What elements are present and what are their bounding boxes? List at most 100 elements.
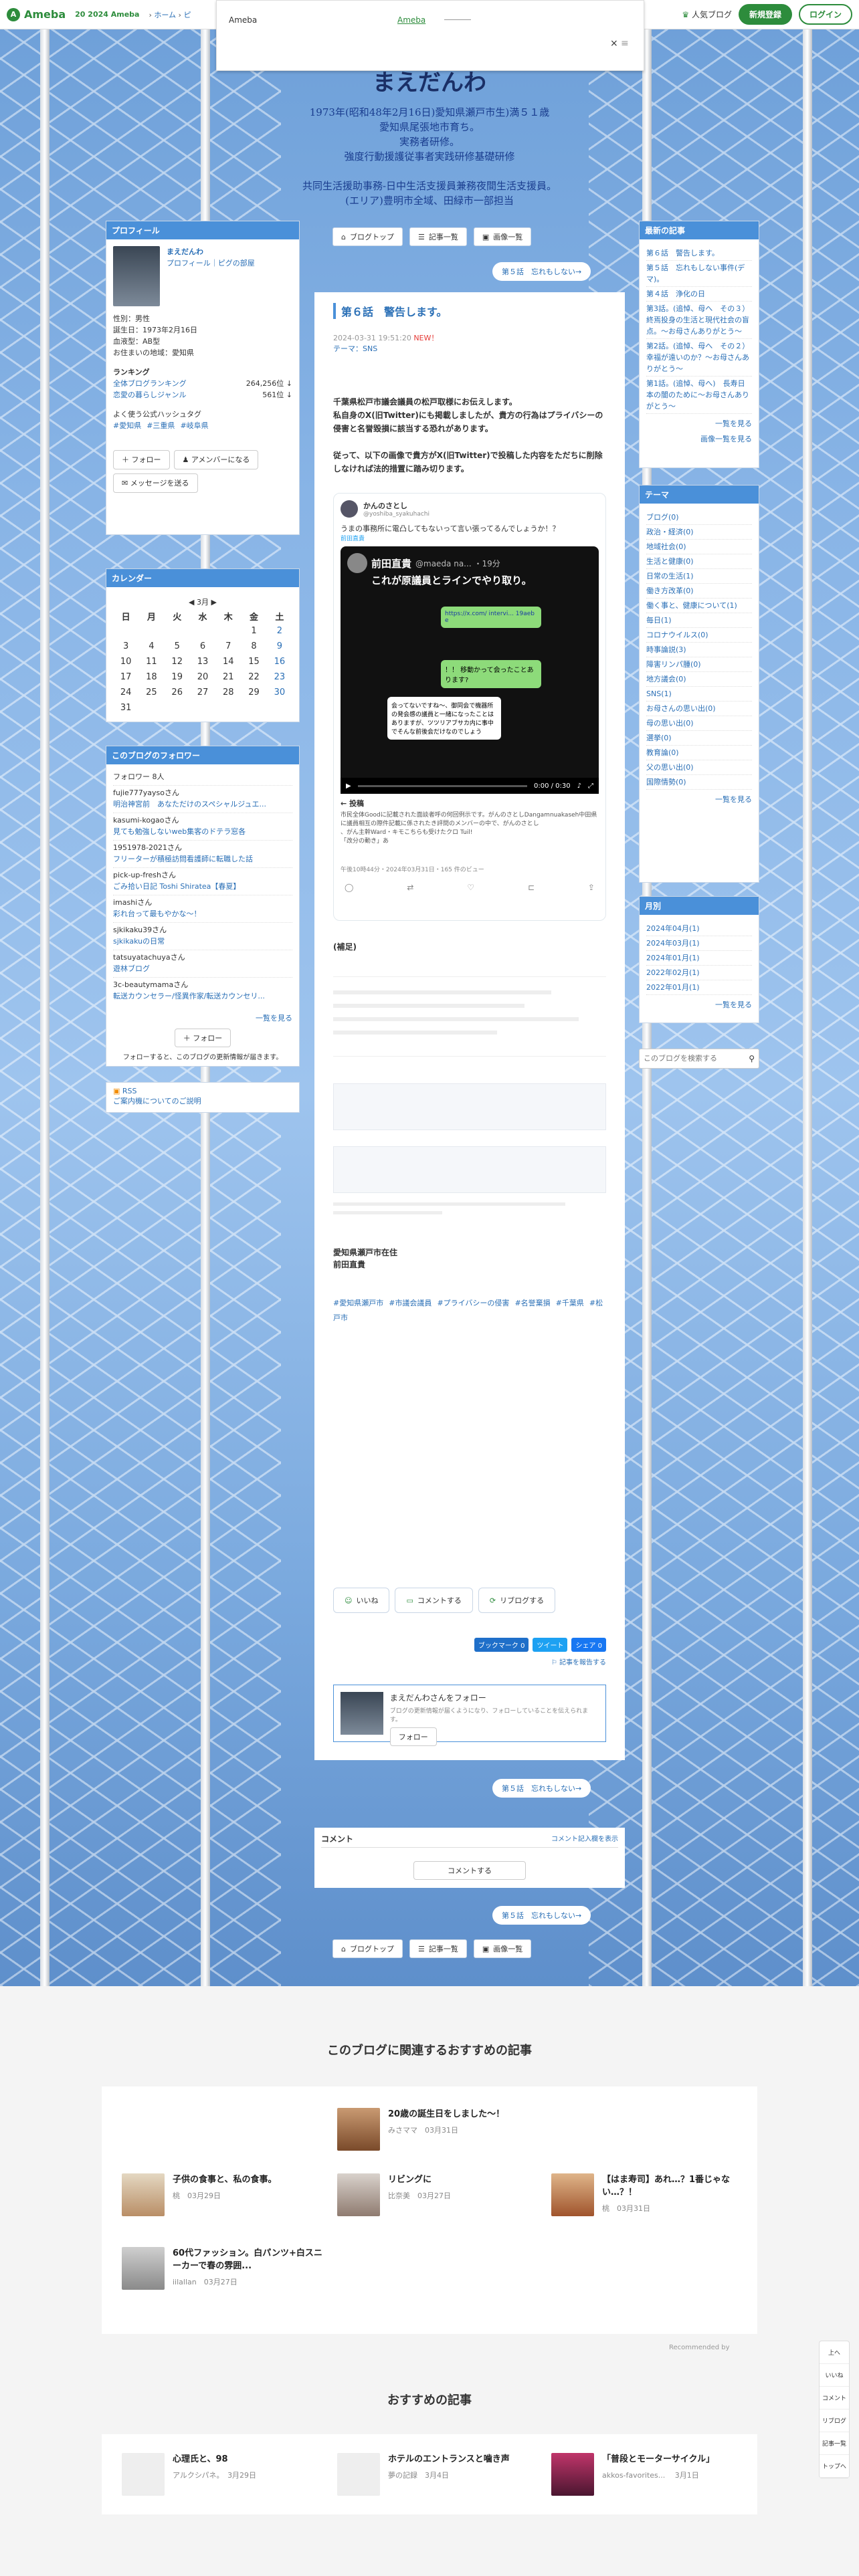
follower-item[interactable]: sjkikaku39さん sjkikakuの日常 <box>113 922 292 947</box>
follower-item[interactable]: kasumi-kogaoさん 見ても勉強しないweb集客のドテラ窓各 <box>113 813 292 837</box>
tweet-link[interactable]: 前田直貴 <box>341 534 599 542</box>
follower-item[interactable]: imashiさん 彩れ台って最もやかな～！ <box>113 895 292 920</box>
hashtag-link[interactable]: #三重県 <box>147 420 175 431</box>
theme-link[interactable]: SNS(1) <box>646 687 752 702</box>
theme-link[interactable]: 母の思い出(0) <box>646 716 752 731</box>
follower-blog[interactable]: sjkikakuの日常 <box>113 936 292 947</box>
article-title[interactable]: 第６話 警告します。 <box>333 303 606 319</box>
image-list-button[interactable]: ▣ 画像一覧 <box>473 227 532 246</box>
theme-link[interactable]: 地域社会(0) <box>646 540 752 554</box>
breadcrumb-home[interactable]: ホーム <box>154 11 176 19</box>
prev-article-link[interactable]: 第５話 忘れもしない→ <box>492 262 591 281</box>
volume-icon[interactable]: ♪ <box>577 782 581 790</box>
bookmark-icon[interactable]: ⊏ <box>528 883 535 892</box>
member-button[interactable]: ♟ アメンバーになる <box>173 450 259 469</box>
share-icon[interactable]: ⇪ <box>588 883 595 892</box>
related-card[interactable]: 20歳の誕生日をしました～！ みさママ 03月31日 <box>337 2108 504 2151</box>
profile-name[interactable]: まえだんわ <box>167 246 255 257</box>
follower-blog[interactable]: 転送カウンセラー/怪異作家/転送カウンセリ... <box>113 990 292 1002</box>
reply-icon[interactable]: ◯ <box>345 883 353 892</box>
theme-link[interactable]: 働く事と、健康について(1) <box>646 599 752 613</box>
monthly-more[interactable]: 一覧を見る <box>646 999 752 1010</box>
article-list-button[interactable]: ☰ 記事一覧 <box>409 1939 467 1958</box>
comment-submit-button[interactable]: コメントする <box>413 1861 526 1880</box>
recommend-card[interactable]: 心理氏と、98 アルクシパネ。 3月29日 <box>122 2453 322 2496</box>
tweet-button[interactable]: ツイート <box>533 1638 568 1652</box>
theme-link[interactable]: 働き方改革(0) <box>646 584 752 599</box>
follower-blog[interactable]: 彩れ台って最もやかな～！ <box>113 908 292 920</box>
theme-more[interactable]: 一覧を見る <box>646 794 752 805</box>
follower-blog[interactable]: 明治神宮前 あなただけのスペシャルジュエ... <box>113 798 292 810</box>
recommend-card[interactable]: ホテルのエントランスと噛き声 夢の記録 3月4日 <box>337 2453 538 2496</box>
follower-item[interactable]: tatsuyatachuyaさん 遊林ブログ <box>113 950 292 974</box>
theme-link[interactable]: コロナウイルス(0) <box>646 628 752 643</box>
like-button[interactable]: ☺ いいね <box>333 1588 390 1613</box>
hashtag-link[interactable]: #岐阜県 <box>180 420 208 431</box>
ameba-logo[interactable]: A Ameba <box>7 7 66 21</box>
comment-button[interactable]: ▭ コメントする <box>395 1588 473 1613</box>
follower-item[interactable]: fujie777yaysoさん 明治神宮前 あなただけのスペシャルジュエ... <box>113 785 292 810</box>
search-icon[interactable]: ⚲ <box>749 1054 755 1063</box>
related-card[interactable]: 60代ファッション。白パンツ+白スニーカーで春の雰囲... iilallan 03… <box>122 2247 322 2290</box>
avatar[interactable] <box>113 246 160 306</box>
next-month-icon[interactable]: ▶ <box>211 598 217 607</box>
monthly-link[interactable]: 2022年01月(1) <box>646 980 752 995</box>
theme-link[interactable]: 障害リンパ腫(0) <box>646 657 752 672</box>
theme-link[interactable]: 政治・経済(0) <box>646 525 752 540</box>
floating-toolbar-item[interactable]: コメント <box>820 2387 849 2409</box>
follower-item[interactable]: 3c-beautymamaさん 転送カウンセラー/怪異作家/転送カウンセリ... <box>113 977 292 1002</box>
follower-blog[interactable]: フリーターが積極訪問看護師に転職した話 <box>113 853 292 865</box>
theme-link[interactable]: 教育論(0) <box>646 746 752 760</box>
theme-link[interactable]: 生活と健康(0) <box>646 554 752 569</box>
theme-link[interactable]: 父の思い出(0) <box>646 760 752 775</box>
monthly-link[interactable]: 2024年03月(1) <box>646 936 752 951</box>
follow-box-button[interactable]: フォロー <box>389 1727 437 1746</box>
breadcrumb-item[interactable]: ピ <box>183 11 191 19</box>
follow-button[interactable]: ＋ フォロー <box>174 1029 231 1047</box>
theme-link[interactable]: 国際情勢(0) <box>646 775 752 790</box>
report-link[interactable]: ⚐ 記事を報告する <box>551 1656 606 1667</box>
signup-button[interactable]: 新規登録 <box>738 4 792 25</box>
prev-article-link[interactable]: 第５話 忘れもしない→ <box>492 1906 591 1925</box>
recommend-card[interactable]: 「普段とモーターサイクル」 akkos-favorites... 3月1日 <box>551 2453 745 2496</box>
back-arrow-icon[interactable]: ← <box>341 799 347 808</box>
theme-link[interactable]: ブログ(0) <box>646 510 752 525</box>
monthly-link[interactable]: 2024年04月(1) <box>646 922 752 936</box>
monthly-link[interactable]: 2024年01月(1) <box>646 951 752 966</box>
latest-more[interactable]: 一覧を見る <box>646 418 752 429</box>
ranking-genre[interactable]: 恋愛の暮らしジャンル <box>113 389 186 401</box>
search-input[interactable] <box>644 1055 749 1063</box>
retweet-icon[interactable]: ⇄ <box>407 883 413 892</box>
article-list-button[interactable]: ☰ 記事一覧 <box>409 227 467 246</box>
image-list-button[interactable]: ▣ 画像一覧 <box>473 1939 532 1958</box>
reblog-button[interactable]: ⟳ リブログする <box>478 1588 556 1613</box>
floating-toolbar-item[interactable]: いいね <box>820 2364 849 2387</box>
like-icon[interactable]: ♡ <box>467 883 474 892</box>
article-hashtag[interactable]: #プライバシーの侵害 <box>437 1299 509 1307</box>
article-hashtag[interactable]: #愛知県瀬戸市 <box>333 1299 383 1307</box>
floating-toolbar-item[interactable]: 上へ <box>820 2341 849 2364</box>
latest-article-link[interactable]: 第3話。(追悼、母へ その３）終焉投身の生活と現代社会の盲点。〜お母さんありがと… <box>646 302 752 339</box>
theme-link[interactable]: 時事論説(3) <box>646 643 752 657</box>
theme-link[interactable]: 日常の生活(1) <box>646 569 752 584</box>
follower-blog[interactable]: ごみ拾い日記 Toshi Shiratea【春夏】 <box>113 881 292 892</box>
latest-article-link[interactable]: 第2話。(追悼、母へ その２）幸福が遠いのか？〜お母さんありがとう〜 <box>646 339 752 377</box>
article-hashtag[interactable]: #市議会議員 <box>389 1299 432 1307</box>
follower-item[interactable]: pick-up-freshさん ごみ拾い日記 Toshi Shiratea【春夏】 <box>113 867 292 892</box>
ad-close-icon[interactable]: × <box>610 38 618 49</box>
profile-links[interactable]: プロフィール｜ピグの部屋 <box>167 257 255 269</box>
theme-link[interactable]: 毎日(1) <box>646 613 752 628</box>
floating-toolbar-item[interactable]: トップへ <box>820 2455 849 2478</box>
play-icon[interactable]: ▶ <box>346 782 351 790</box>
ad-link[interactable]: Ameba <box>397 15 425 25</box>
follower-blog[interactable]: 見ても勉強しないweb集客のドテラ窓各 <box>113 826 292 837</box>
ad-menu-icon[interactable]: ≡ <box>621 38 629 49</box>
comment-toggle-link[interactable]: コメント記入欄を表示 <box>551 1833 618 1844</box>
hashtag-link[interactable]: #愛知県 <box>113 420 141 431</box>
follower-blog[interactable]: 遊林ブログ <box>113 963 292 974</box>
follow-button[interactable]: ＋ フォロー <box>113 450 170 469</box>
blog-top-button[interactable]: ⌂ ブログトップ <box>332 227 403 246</box>
floating-toolbar-item[interactable]: 記事一覧 <box>820 2432 849 2455</box>
follower-item[interactable]: 1951978-2021さん フリーターが積極訪問看護師に転職した話 <box>113 840 292 865</box>
theme-link[interactable]: 選挙(0) <box>646 731 752 746</box>
